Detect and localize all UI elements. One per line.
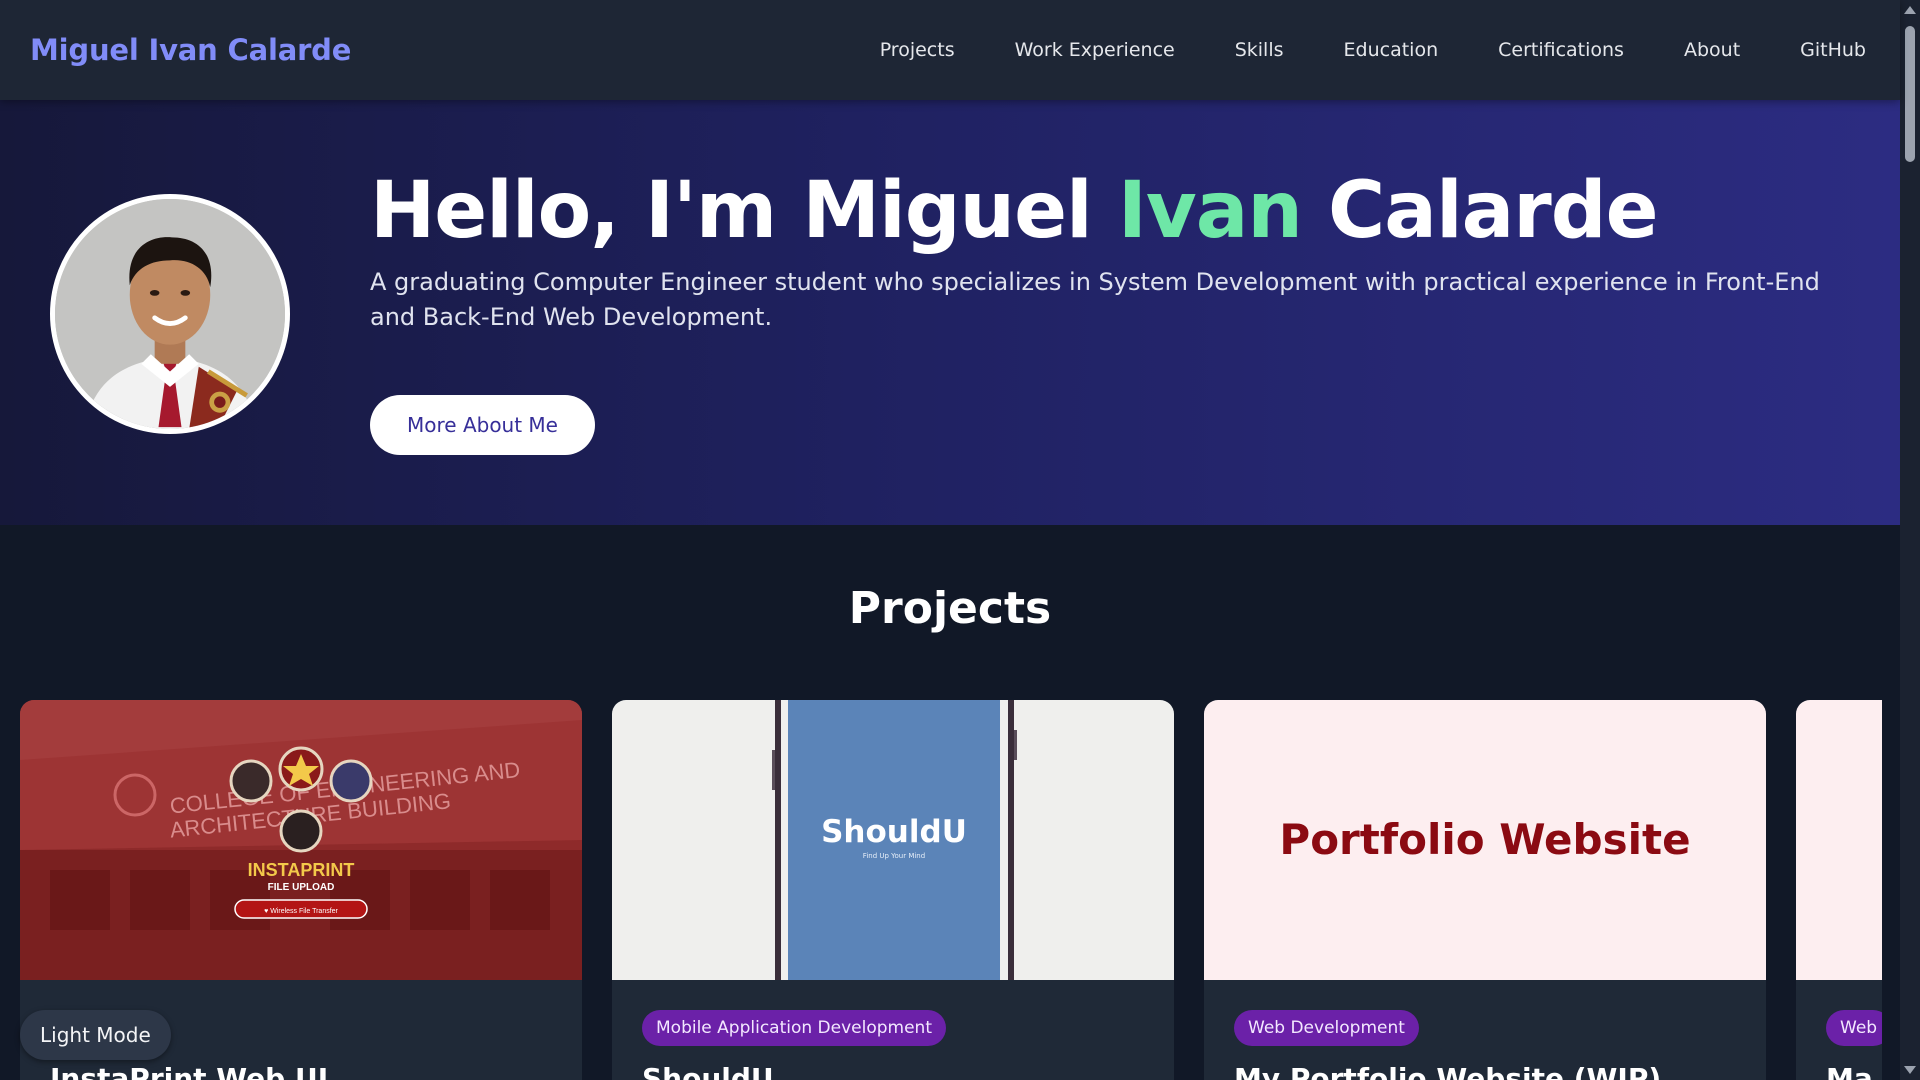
scroll-down-arrow-icon[interactable] [1904,1066,1916,1074]
hero-title-prefix: Hello, I'm Miguel [370,166,1118,256]
nav-link-github[interactable]: GitHub [1800,39,1866,61]
hero-title-accent: Ivan [1117,166,1303,256]
project-thumbnail-instaprint: COLLEGE OF ENGINEERING AND ARCHITECTURE … [20,700,582,980]
more-about-me-button[interactable]: More About Me [370,395,595,455]
nav-link-about[interactable]: About [1684,39,1740,61]
profile-photo-illustration [55,199,285,429]
project-card-partial[interactable]: Web Ma [1796,700,1882,1080]
scrollbar-thumb[interactable] [1905,26,1915,162]
project-thumbnail-portfolio: Portfolio Website [1204,700,1766,980]
nav-link-projects[interactable]: Projects [880,39,955,61]
project-title[interactable]: Ma [1826,1062,1873,1080]
nav-link-skills[interactable]: Skills [1235,39,1284,61]
project-category-badge: Web Development [1234,1010,1419,1046]
instaprint-pill-text: ♥ Wireless File Transfer [264,908,338,915]
project-title[interactable]: ShouldU [642,1062,774,1080]
hero-description: A graduating Computer Engineer student w… [370,268,1820,331]
instaprint-thumbnail-art: COLLEGE OF ENGINEERING AND ARCHITECTURE … [20,700,582,980]
project-card-portfolio[interactable]: Portfolio Website Web Development My Por… [1204,700,1766,1080]
project-category-badge: Mobile Application Development [642,1010,947,1046]
shouldu-thumbnail-art: ShouldU Find Up Your Mind [612,700,1174,980]
projects-carousel[interactable]: COLLEGE OF ENGINEERING AND ARCHITECTURE … [20,700,1882,1080]
portfolio-thumbnail-art: Portfolio Website [1204,700,1766,980]
project-title[interactable]: My Portfolio Website (WIP) [1234,1062,1661,1080]
project-title[interactable]: InstaPrint Web UI [50,1062,328,1080]
portfolio-thumbnail-text: Portfolio Website [1279,815,1690,864]
project-thumbnail-shouldu: ShouldU Find Up Your Mind [612,700,1174,980]
instaprint-sub-text: FILE UPLOAD [268,882,335,893]
nav-link-education[interactable]: Education [1344,39,1439,61]
hero-title-suffix: Calarde [1301,166,1658,256]
navbar: Miguel Ivan Calarde Projects Work Experi… [0,0,1900,100]
project-card-shouldu[interactable]: ShouldU Find Up Your Mind Mobile Applica… [612,700,1174,1080]
projects-heading: Projects [848,583,1052,634]
nav-link-work-experience[interactable]: Work Experience [1015,39,1175,61]
profile-avatar [50,194,290,434]
shouldu-logo-text: ShouldU [821,814,967,850]
brand-logo-text[interactable]: Miguel Ivan Calarde [30,33,351,67]
page-scrollbar[interactable] [1900,0,1920,1080]
hero-title: Hello, I'm Miguel Ivan Calarde [370,166,1659,256]
light-mode-toggle[interactable]: Light Mode [20,1010,171,1060]
nav-link-certifications[interactable]: Certifications [1498,39,1624,61]
nav-links: Projects Work Experience Skills Educatio… [820,39,1866,61]
project-category-badge: Web [1826,1010,1882,1046]
instaprint-logo-text: INSTAPRINT [248,860,355,880]
shouldu-tagline-text: Find Up Your Mind [863,852,925,860]
project-thumbnail-partial [1796,700,1882,980]
scroll-up-arrow-icon[interactable] [1904,6,1916,14]
hero-section: Hello, I'm Miguel Ivan Calarde A graduat… [0,100,1900,525]
